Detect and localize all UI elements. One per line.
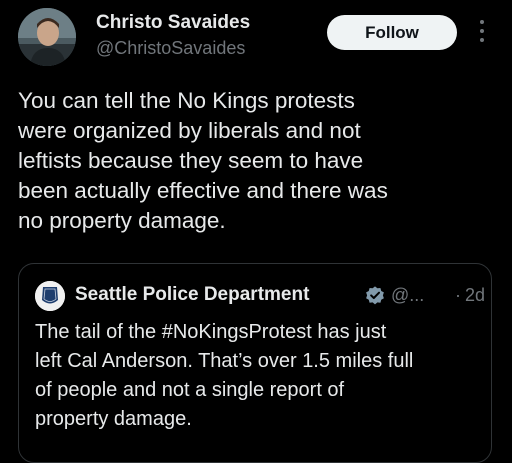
- follow-button[interactable]: Follow: [327, 15, 457, 50]
- quoted-author-name[interactable]: Seattle Police Department: [75, 284, 309, 306]
- verified-badge-icon: [366, 286, 384, 305]
- author-name[interactable]: Christo Savaides: [96, 12, 250, 34]
- separator-dot: ·: [455, 285, 461, 305]
- quoted-tweet-time[interactable]: 2d: [465, 285, 485, 306]
- tweet-header: Christo Savaides @ChristoSavaides Follow: [0, 0, 512, 80]
- author-handle[interactable]: @ChristoSavaides: [96, 38, 245, 59]
- quoted-tweet-text: The tail of the #NoKingsProtest has just…: [35, 321, 414, 430]
- quoted-author-handle[interactable]: @...: [391, 285, 424, 306]
- quoted-author-avatar[interactable]: [35, 281, 65, 311]
- author-avatar[interactable]: [18, 8, 76, 66]
- tweet-text: You can tell the No Kings protests were …: [18, 88, 388, 233]
- police-badge-icon: [35, 281, 65, 311]
- author-avatar-image: [18, 8, 76, 66]
- quoted-tweet-card[interactable]: Seattle Police Department @... · 2d The …: [18, 263, 492, 463]
- more-vertical-icon[interactable]: [476, 20, 488, 46]
